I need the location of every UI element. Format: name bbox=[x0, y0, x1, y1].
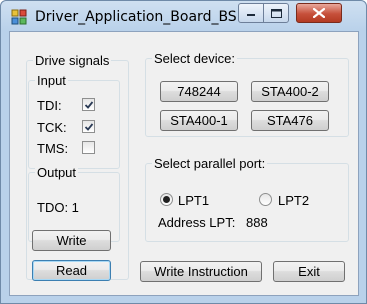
device-sta476-button[interactable]: STA476 bbox=[251, 110, 329, 131]
write-instruction-button[interactable]: Write Instruction bbox=[140, 261, 262, 282]
output-title: Output bbox=[35, 165, 79, 180]
address-lpt-value: 888 bbox=[246, 215, 268, 230]
checkmark-icon bbox=[84, 100, 93, 109]
device-748244-button[interactable]: 748244 bbox=[160, 81, 238, 102]
tck-label: TCK: bbox=[37, 120, 67, 135]
close-button[interactable] bbox=[296, 3, 342, 23]
select-port-group: Select parallel port: bbox=[145, 156, 349, 242]
app-window: Driver_Application_Board_BS Drive signal… bbox=[0, 0, 367, 304]
title-bar[interactable]: Driver_Application_Board_BS bbox=[1, 1, 366, 31]
checkmark-icon bbox=[84, 122, 93, 131]
device-sta400-1-button[interactable]: STA400-1 bbox=[160, 110, 238, 131]
address-lpt-label: Address LPT: bbox=[158, 215, 236, 230]
lpt2-radio[interactable] bbox=[259, 193, 272, 206]
maximize-button[interactable] bbox=[263, 3, 289, 23]
drive-signals-title: Drive signals bbox=[33, 53, 112, 68]
lpt1-label[interactable]: LPT1 bbox=[178, 193, 209, 208]
app-icon bbox=[11, 9, 27, 25]
exit-button[interactable]: Exit bbox=[273, 261, 345, 282]
select-device-title: Select device: bbox=[152, 51, 237, 66]
minimize-button[interactable] bbox=[238, 3, 264, 23]
window-title: Driver_Application_Board_BS bbox=[35, 9, 237, 25]
close-icon bbox=[313, 8, 325, 18]
device-sta400-2-button[interactable]: STA400-2 bbox=[251, 81, 329, 102]
write-button[interactable]: Write bbox=[32, 230, 111, 251]
lpt1-radio[interactable] bbox=[160, 193, 173, 206]
tms-checkbox[interactable] bbox=[82, 141, 95, 154]
tck-checkbox[interactable] bbox=[82, 120, 95, 133]
maximize-icon bbox=[270, 8, 282, 18]
client-area: Drive signals Input TDI: TCK: TMS: Outpu… bbox=[9, 31, 359, 296]
tdi-label: TDI: bbox=[37, 98, 62, 113]
input-title: Input bbox=[35, 73, 68, 88]
tms-label: TMS: bbox=[37, 141, 69, 156]
tdi-checkbox[interactable] bbox=[82, 98, 95, 111]
select-port-title: Select parallel port: bbox=[152, 156, 268, 171]
minimize-icon bbox=[247, 14, 255, 16]
input-group: Input TDI: TCK: TMS: bbox=[28, 73, 120, 169]
lpt2-label[interactable]: LPT2 bbox=[278, 193, 309, 208]
radio-selected-dot bbox=[163, 196, 170, 203]
read-button[interactable]: Read bbox=[32, 260, 111, 281]
tdo-label: TDO: 1 bbox=[37, 200, 79, 215]
